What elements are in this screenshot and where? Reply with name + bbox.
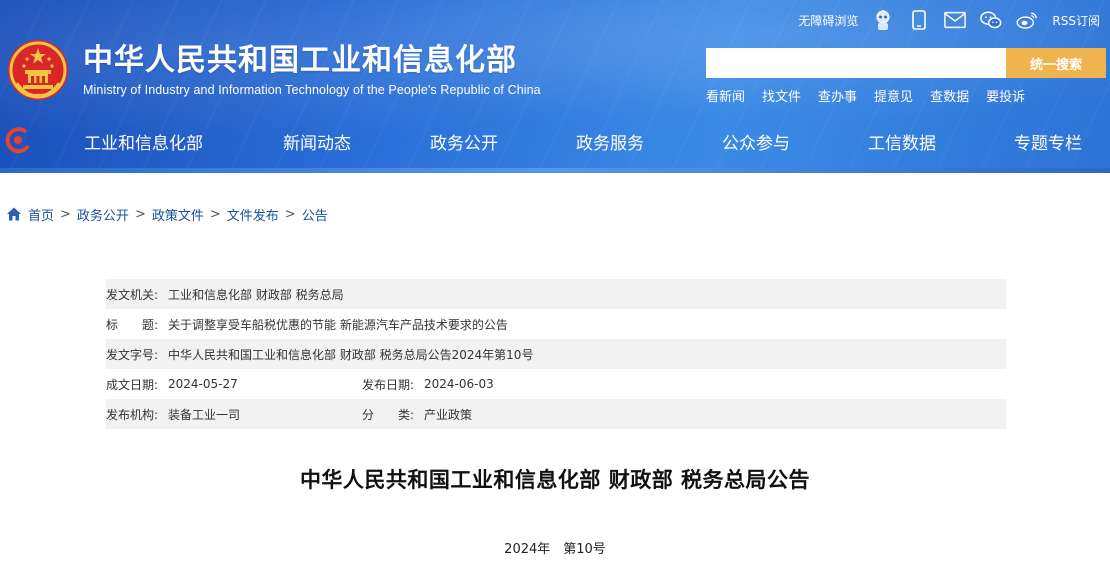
nav-item-government-services[interactable]: 政务服务 — [576, 129, 644, 154]
search-input[interactable] — [706, 48, 1006, 78]
info-row-org-category: 发布机构: 装备工业一司 分 类: 产业政策 — [106, 399, 1006, 429]
site-title: 中华人民共和国工业和信息化部 — [83, 43, 517, 78]
category-cell: 分 类: 产业政策 — [362, 406, 1006, 423]
breadcrumb: 首页 > 政务公开 > 政策文件 > 文件发布 > 公告 — [6, 205, 328, 224]
info-row-issuer: 发文机关: 工业和信息化部 财政部 税务总局 — [106, 279, 1006, 309]
quick-links: 看新闻 找文件 查办事 提意见 查数据 要投诉 — [706, 86, 1025, 105]
created-date-cell: 成文日期: 2024-05-27 — [106, 376, 362, 393]
doc-number-label: 发文字号: — [106, 347, 159, 362]
quick-link-files[interactable]: 找文件 — [762, 86, 801, 105]
quick-link-feedback[interactable]: 提意见 — [874, 86, 913, 105]
nav-item-data[interactable]: 工信数据 — [868, 129, 936, 154]
breadcrumb-home[interactable]: 首页 — [28, 205, 54, 224]
quick-link-complaint[interactable]: 要投诉 — [986, 86, 1025, 105]
document-info-table: 发文机关: 工业和信息化部 财政部 税务总局 标 题: 关于调整享受车船税优惠的… — [106, 279, 1006, 429]
org-cell: 发布机构: 装备工业一司 — [106, 406, 362, 423]
breadcrumb-separator: > — [209, 206, 221, 222]
published-date-label: 发布日期: — [362, 377, 415, 392]
nav-item-news[interactable]: 新闻动态 — [283, 129, 351, 154]
ministry-logo-icon[interactable] — [4, 126, 32, 154]
doc-number-value: 中华人民共和国工业和信息化部 财政部 税务总局公告2024年第10号 — [168, 347, 534, 362]
nav-item-public-participation[interactable]: 公众参与 — [722, 129, 790, 154]
org-label: 发布机构: — [106, 407, 159, 422]
published-date-value: 2024-06-03 — [424, 377, 494, 391]
published-date-cell: 发布日期: 2024-06-03 — [362, 376, 1006, 393]
info-row-title: 标 题: 关于调整享受车船税优惠的节能 新能源汽车产品技术要求的公告 — [106, 309, 1006, 339]
nav-item-ministry[interactable]: 工业和信息化部 — [84, 129, 203, 154]
breadcrumb-policy-files[interactable]: 政策文件 — [152, 205, 204, 224]
quick-link-data[interactable]: 查数据 — [930, 86, 969, 105]
site-logo[interactable]: 中华人民共和国工业和信息化部 Ministry of Industry and … — [7, 39, 541, 101]
title-value: 关于调整享受车船税优惠的节能 新能源汽车产品技术要求的公告 — [168, 317, 508, 332]
info-row-dates: 成文日期: 2024-05-27 发布日期: 2024-06-03 — [106, 369, 1006, 399]
site-title-block: 中华人民共和国工业和信息化部 Ministry of Industry and … — [83, 43, 541, 97]
mail-icon[interactable] — [944, 9, 967, 31]
main-nav: 工业和信息化部 新闻动态 政务公开 政务服务 公众参与 工信数据 专题专栏 — [0, 112, 1110, 168]
site-subtitle: Ministry of Industry and Information Tec… — [83, 83, 541, 97]
wechat-icon[interactable] — [980, 9, 1002, 31]
nav-item-special-topics[interactable]: 专题专栏 — [1014, 129, 1082, 154]
info-row-doc-number: 发文字号: 中华人民共和国工业和信息化部 财政部 税务总局公告2024年第10号 — [106, 339, 1006, 369]
category-label: 分 类: — [362, 407, 415, 422]
national-emblem-icon — [8, 40, 68, 100]
breadcrumb-file-release[interactable]: 文件发布 — [227, 205, 279, 224]
rss-subscribe-link[interactable]: RSS订阅 — [1052, 12, 1100, 29]
weibo-icon[interactable] — [1016, 9, 1038, 31]
created-date-label: 成文日期: — [106, 377, 159, 392]
org-value: 装备工业一司 — [168, 407, 241, 422]
breadcrumb-government-affairs[interactable]: 政务公开 — [77, 205, 129, 224]
created-date-value: 2024-05-27 — [168, 377, 238, 391]
header-bottom-stripe — [0, 168, 1110, 173]
breadcrumb-separator: > — [134, 206, 146, 222]
home-icon[interactable] — [6, 206, 22, 222]
issuer-value: 工业和信息化部 财政部 税务总局 — [168, 287, 344, 302]
nav-item-government-affairs[interactable]: 政务公开 — [430, 129, 498, 154]
breadcrumb-announcement[interactable]: 公告 — [302, 205, 328, 224]
quick-link-services[interactable]: 查办事 — [818, 86, 857, 105]
category-value: 产业政策 — [424, 407, 473, 422]
issuer-label: 发文机关: — [106, 287, 159, 302]
search-bar: 统一搜索 — [706, 48, 1106, 78]
document-title: 中华人民共和国工业和信息化部 财政部 税务总局公告 — [299, 468, 811, 492]
document-number: 2024年 第10号 — [504, 542, 606, 557]
accessible-browse-link[interactable]: 无障碍浏览 — [798, 12, 858, 29]
title-label: 标 题: — [106, 317, 159, 332]
site-header: 无障碍浏览 RSS订阅 中华人民共和国工业和信息化部 Ministry of I… — [0, 0, 1110, 173]
mobile-icon[interactable] — [908, 9, 930, 31]
breadcrumb-separator: > — [284, 206, 296, 222]
search-button[interactable]: 统一搜索 — [1006, 48, 1106, 78]
breadcrumb-separator: > — [60, 206, 71, 222]
utility-bar: 无障碍浏览 RSS订阅 — [798, 8, 1100, 32]
quick-link-news[interactable]: 看新闻 — [706, 86, 745, 105]
robot-icon[interactable] — [872, 9, 894, 31]
